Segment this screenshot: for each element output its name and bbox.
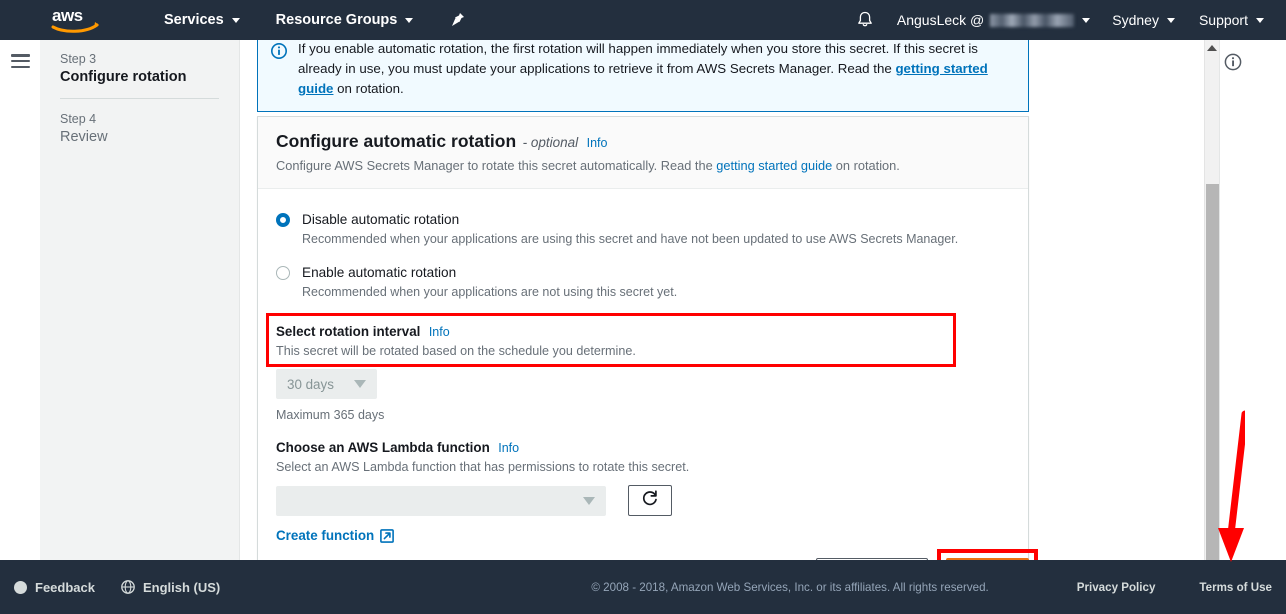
lambda-function-select[interactable] xyxy=(276,485,606,516)
nav-resource-groups-label: Resource Groups xyxy=(275,12,398,28)
vertical-scrollbar[interactable] xyxy=(1204,40,1219,600)
chevron-down-icon xyxy=(1166,17,1175,23)
footer-left-group: Feedback English (US) xyxy=(14,580,246,595)
aws-logo[interactable]: aws xyxy=(50,4,102,36)
region-menu[interactable]: Sydney xyxy=(1100,0,1187,40)
rotation-interval-description: This secret will be rotated based on the… xyxy=(276,344,636,358)
scroll-up-arrow-icon[interactable] xyxy=(1207,45,1217,51)
nav-services-label: Services xyxy=(164,12,224,28)
lambda-select-row xyxy=(276,485,1010,516)
sidebar-step-3-number: Step 3 xyxy=(60,52,97,66)
sidebar-step-4-number: Step 4 xyxy=(60,112,97,126)
rotation-interval-label: Select rotation interval xyxy=(276,324,421,339)
card-info-link[interactable]: Info xyxy=(587,136,608,150)
language-selector[interactable]: English (US) xyxy=(121,580,220,595)
sidebar-divider xyxy=(60,98,219,99)
radio-button-enable[interactable] xyxy=(276,266,290,280)
region-label: Sydney xyxy=(1112,12,1159,28)
scrollbar-thumb[interactable] xyxy=(1206,184,1219,588)
nav-resource-groups-menu[interactable]: Resource Groups xyxy=(266,0,424,40)
wizard-steps-sidebar: Step 3 Configure rotation Step 4 Review xyxy=(40,40,240,600)
account-menu[interactable]: AngusLeck @ xyxy=(887,0,1100,40)
feedback-button[interactable]: Feedback xyxy=(14,580,95,595)
feedback-icon xyxy=(14,580,27,594)
chevron-down-icon xyxy=(354,380,366,388)
card-subtitle-before: Configure AWS Secrets Manager to rotate … xyxy=(276,158,717,173)
right-info-rail xyxy=(1219,40,1245,600)
rotation-interval-info-link[interactable]: Info xyxy=(429,325,450,339)
privacy-policy-link[interactable]: Privacy Policy xyxy=(1077,581,1156,594)
rotation-info-alert: If you enable automatic rotation, the fi… xyxy=(257,40,1029,112)
lambda-function-description: Select an AWS Lambda function that has p… xyxy=(276,460,690,474)
card-body: Disable automatic rotation Recommended w… xyxy=(258,189,1028,567)
card-subtitle-after: on rotation. xyxy=(832,158,900,173)
radio-disable-description: Recommended when your applications are u… xyxy=(302,232,959,246)
notifications-bell-icon[interactable] xyxy=(843,0,887,40)
card-title: Configure automatic rotation xyxy=(276,131,517,151)
copyright-text: © 2008 - 2018, Amazon Web Services, Inc.… xyxy=(591,580,989,594)
radio-enable-automatic-rotation[interactable]: Enable automatic rotation Recommended wh… xyxy=(276,258,1010,306)
create-function-label: Create function xyxy=(276,528,375,543)
left-rail xyxy=(0,40,40,600)
account-id-redacted xyxy=(990,13,1075,27)
rotation-interval-field: Select rotation interval Info This secre… xyxy=(276,323,1010,422)
rotation-interval-selected-value: 30 days xyxy=(287,376,334,392)
sidebar-step-4-title: Review xyxy=(60,129,108,145)
chevron-down-icon xyxy=(231,17,240,23)
lambda-function-label: Choose an AWS Lambda function xyxy=(276,440,490,455)
info-circle-icon[interactable] xyxy=(1224,53,1242,71)
support-menu[interactable]: Support xyxy=(1187,0,1276,40)
sidebar-step-3[interactable]: Step 3 Configure rotation xyxy=(60,52,219,85)
chevron-down-icon xyxy=(405,17,414,23)
radio-enable-label: Enable automatic rotation xyxy=(302,265,457,280)
radio-button-disable[interactable] xyxy=(276,213,290,227)
card-optional-label: - optional xyxy=(522,135,579,150)
language-label: English (US) xyxy=(142,579,221,595)
radio-disable-automatic-rotation[interactable]: Disable automatic rotation Recommended w… xyxy=(276,205,1010,253)
nav-right-group: AngusLeck @ Sydney Support xyxy=(843,0,1286,40)
support-label: Support xyxy=(1198,12,1248,28)
feedback-label: Feedback xyxy=(35,579,95,595)
chevron-down-icon xyxy=(583,496,595,505)
bottom-footer-bar: Feedback English (US) © 2008 - 2018, Ama… xyxy=(0,560,1286,614)
external-link-icon xyxy=(380,528,395,543)
info-circle-icon xyxy=(271,43,287,59)
card-getting-started-guide-link[interactable]: getting started guide xyxy=(716,158,832,173)
account-label: AngusLeck @ xyxy=(896,12,985,28)
create-function-link[interactable]: Create function xyxy=(276,528,395,543)
rotation-interval-hint: Maximum 365 days xyxy=(276,408,385,422)
card-subtitle: Configure AWS Secrets Manager to rotate … xyxy=(276,157,1010,174)
radio-enable-description: Recommended when your applications are n… xyxy=(302,285,678,299)
chevron-down-icon xyxy=(1082,17,1091,23)
alert-text-before: If you enable automatic rotation, the fi… xyxy=(298,41,978,76)
hamburger-menu-icon[interactable] xyxy=(11,54,30,69)
refresh-icon xyxy=(641,489,659,512)
footer-right-group: © 2008 - 2018, Amazon Web Services, Inc.… xyxy=(591,581,1272,594)
nav-services-menu[interactable]: Services xyxy=(154,0,250,40)
terms-of-use-link[interactable]: Terms of Use xyxy=(1199,581,1272,594)
refresh-lambda-list-button[interactable] xyxy=(628,485,672,516)
rotation-interval-select[interactable]: 30 days xyxy=(276,369,377,399)
main-content: If you enable automatic rotation, the fi… xyxy=(241,40,1245,600)
configure-rotation-card: Configure automatic rotation - optional … xyxy=(257,116,1029,568)
radio-disable-label: Disable automatic rotation xyxy=(302,212,460,227)
lambda-function-field: Choose an AWS Lambda function Info Selec… xyxy=(276,439,1010,545)
page-body: Step 3 Configure rotation Step 4 Review … xyxy=(0,40,1286,614)
top-navigation-bar: aws Services Resource Groups AngusLeck @ xyxy=(0,0,1286,40)
sidebar-step-3-title: Configure rotation xyxy=(60,69,187,85)
alert-text-after: on rotation. xyxy=(333,81,404,96)
lambda-function-info-link[interactable]: Info xyxy=(498,441,519,455)
globe-icon xyxy=(121,580,135,594)
chevron-down-icon xyxy=(1256,17,1264,23)
card-header: Configure automatic rotation - optional … xyxy=(258,117,1028,189)
pin-icon[interactable] xyxy=(445,0,471,40)
svg-text:aws: aws xyxy=(52,6,83,25)
sidebar-step-4[interactable]: Step 4 Review xyxy=(60,112,219,145)
